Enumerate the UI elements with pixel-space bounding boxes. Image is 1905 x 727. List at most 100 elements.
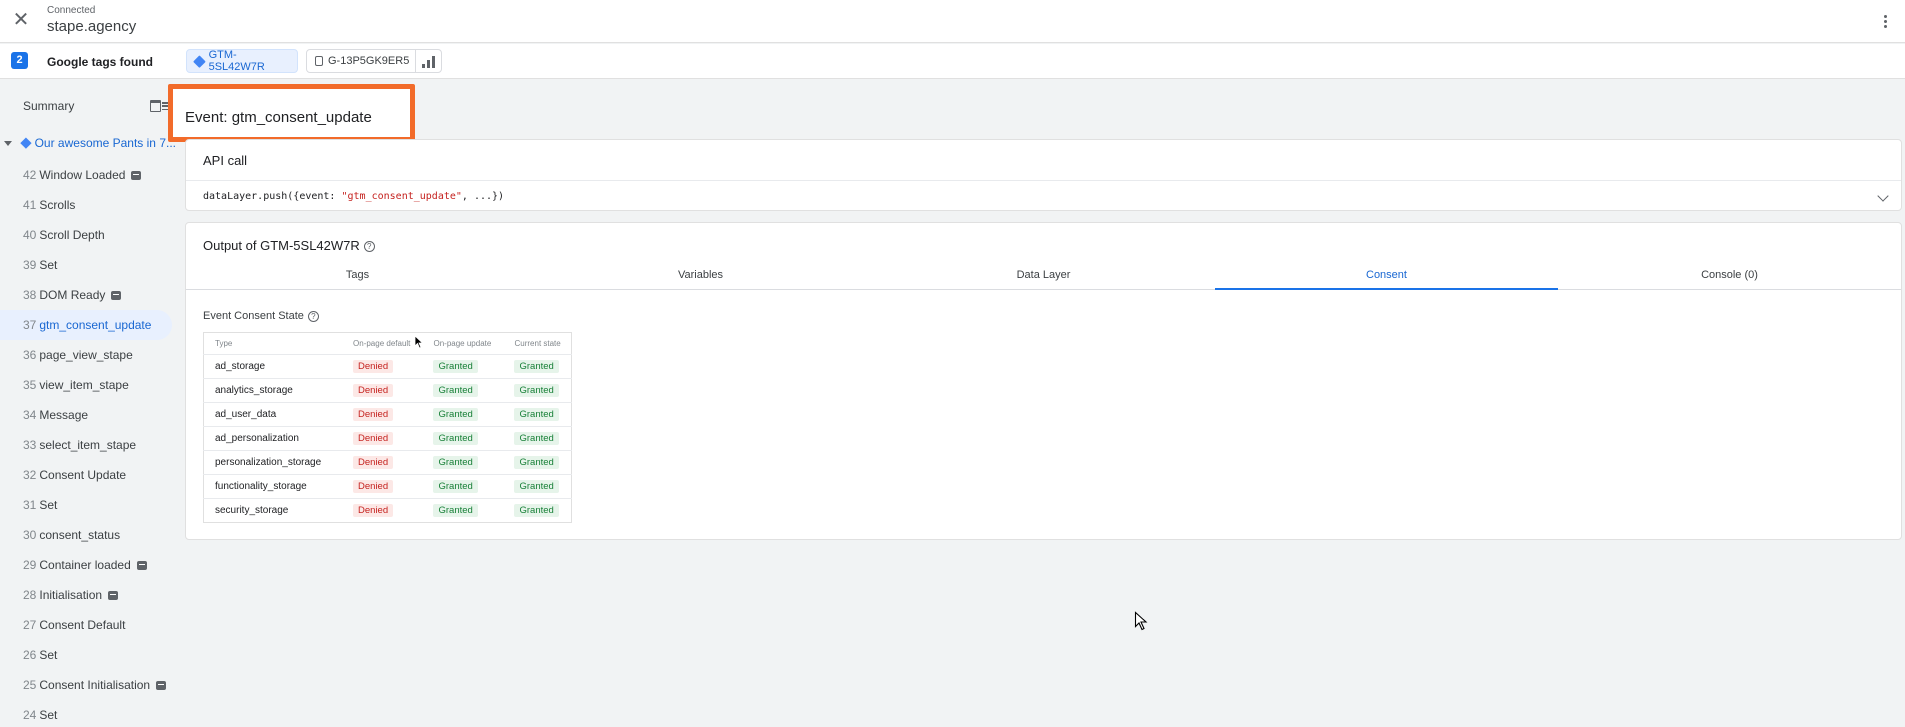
column-header: On-page update (433, 339, 492, 348)
event-number: 25 (23, 678, 37, 692)
summary-item[interactable]: Summary (23, 99, 74, 113)
gtm-container-chip[interactable]: GTM-5SL42W7R (186, 49, 298, 73)
consent-current-cell: Granted (503, 378, 572, 403)
page-node[interactable]: Our awesome Pants in 7... (0, 134, 176, 152)
consent-default-cell: Denied (342, 354, 423, 379)
consent-type: analytics_storage (203, 378, 343, 403)
analytics-bars-icon[interactable] (415, 50, 441, 72)
sidebar-event-item[interactable]: 36 page_view_stape (0, 340, 176, 370)
consent-status-badge: Denied (353, 456, 394, 469)
connection-status: Connected (47, 5, 96, 16)
consent-status-badge: Granted (514, 504, 559, 517)
consent-current-cell: Granted (503, 498, 572, 523)
consent-status-badge: Granted (433, 384, 478, 397)
event-number: 40 (23, 228, 37, 242)
consent-status-badge: Granted (514, 480, 559, 493)
tag-fired-icon (111, 290, 122, 300)
consent-current-cell: Granted (503, 450, 572, 475)
api-call-title: API call (203, 153, 248, 168)
event-name: Set (39, 498, 58, 512)
sidebar-event-item[interactable]: 26 Set (0, 640, 176, 670)
consent-status-badge: Granted (433, 360, 478, 373)
event-number: 41 (23, 198, 37, 212)
tab-data-layer[interactable]: Data Layer (872, 265, 1215, 289)
consent-status-badge: Granted (514, 360, 559, 373)
sidebar-event-item[interactable]: 32 Consent Update (0, 460, 176, 490)
event-name: Set (39, 258, 58, 272)
event-name: gtm_consent_update (39, 318, 152, 332)
expand-chevron-icon[interactable] (1877, 190, 1889, 202)
help-icon[interactable]: ? (307, 310, 319, 322)
event-number: 26 (23, 648, 37, 662)
consent-status-badge: Granted (514, 408, 559, 421)
event-number: 30 (23, 528, 37, 542)
table-row: ad_personalization Denied Granted Granted (203, 426, 572, 451)
sidebar-event-item[interactable]: 30 consent_status (0, 520, 176, 550)
sidebar-event-item[interactable]: 37 gtm_consent_update (0, 310, 172, 340)
ga-tag-id: G-13P5GK9ER5 (328, 55, 410, 67)
event-name: page_view_stape (39, 348, 133, 362)
delete-icon[interactable] (150, 100, 161, 112)
consent-status-badge: Denied (353, 432, 394, 445)
sidebar-event-item[interactable]: 35 view_item_stape (0, 370, 176, 400)
event-name: Container loaded (39, 558, 131, 572)
sidebar-event-item[interactable]: 33 select_item_stape (0, 430, 176, 460)
event-number: 34 (23, 408, 37, 422)
tab-variables[interactable]: Variables (529, 265, 872, 289)
consent-type: ad_user_data (203, 402, 343, 427)
sidebar-event-item[interactable]: 34 Message (0, 400, 176, 430)
sidebar-event-item[interactable]: 42 Window Loaded (0, 160, 176, 190)
more-vert-icon[interactable] (1875, 10, 1895, 32)
consent-status-badge: Granted (433, 504, 478, 517)
tab-tags[interactable]: Tags (186, 265, 529, 289)
consent-default-cell: Denied (342, 474, 423, 499)
sidebar-event-item[interactable]: 27 Consent Default (0, 610, 176, 640)
tag-fired-icon (136, 560, 147, 570)
consent-status-badge: Granted (433, 408, 478, 421)
api-call-card[interactable]: API call dataLayer.push({event: "gtm_con… (185, 139, 1902, 211)
column-header: On-page default (353, 339, 411, 348)
sidebar-event-item[interactable]: 31 Set (0, 490, 176, 520)
column-header: Type (215, 339, 233, 348)
sidebar-event-item[interactable]: 40 Scroll Depth (0, 220, 176, 250)
sidebar-event-item[interactable]: 38 DOM Ready (0, 280, 176, 310)
table-row: personalization_storage Denied Granted Gran… (203, 450, 572, 475)
consent-current-cell: Granted (503, 426, 572, 451)
consent-update-cell: Granted (422, 354, 504, 379)
event-number: 42 (23, 168, 37, 182)
sidebar-event-item[interactable]: 41 Scrolls (0, 190, 176, 220)
consent-status-badge: Denied (353, 384, 394, 397)
close-icon[interactable]: ✕ (11, 10, 31, 30)
sidebar-event-item[interactable]: 24 Set (0, 700, 176, 727)
ga-tag-chip[interactable]: G-13P5GK9ER5 (306, 49, 442, 73)
event-name: Consent Initialisation (39, 678, 151, 692)
event-title-highlight: Event: gtm_consent_update (168, 84, 415, 142)
caret-down-icon[interactable] (4, 140, 12, 146)
table-body: ad_storage Denied Granted Granted analytics_… (203, 354, 572, 523)
help-icon[interactable]: ? (363, 241, 375, 253)
consent-update-cell: Granted (422, 378, 504, 403)
consent-section-title-text: Event Consent State (203, 310, 304, 322)
tab-console-0[interactable]: Console (0) (1558, 265, 1901, 289)
column-header: Current state (514, 339, 561, 348)
consent-table: Type On-page default On-page update Current… (203, 332, 572, 523)
page-diamond-icon (20, 137, 32, 149)
sidebar-event-item[interactable]: 29 Container loaded (0, 550, 176, 580)
tag-count-badge: 2 (11, 52, 28, 69)
tab-consent[interactable]: Consent (1215, 265, 1558, 290)
tag-fired-icon (108, 590, 119, 600)
mouse-cursor-icon (414, 335, 424, 349)
event-name: consent_status (39, 528, 121, 542)
event-number: 24 (23, 708, 37, 722)
code-prefix: dataLayer.push({event: (203, 191, 342, 202)
event-name: Scrolls (39, 198, 76, 212)
table-row: ad_user_data Denied Granted Granted (203, 402, 572, 427)
sidebar-event-item[interactable]: 25 Consent Initialisation (0, 670, 176, 700)
gtm-container-id: GTM-5SL42W7R (208, 49, 265, 73)
sidebar-event-item[interactable]: 28 Initialisation (0, 580, 176, 610)
tags-found-bar: 2 Google tags found GTM-5SL42W7R G-13P5G… (0, 44, 1905, 79)
consent-status-badge: Granted (514, 384, 559, 397)
consent-type: ad_personalization (203, 426, 343, 451)
sidebar-event-item[interactable]: 39 Set (0, 250, 176, 280)
consent-update-cell: Granted (422, 498, 504, 523)
